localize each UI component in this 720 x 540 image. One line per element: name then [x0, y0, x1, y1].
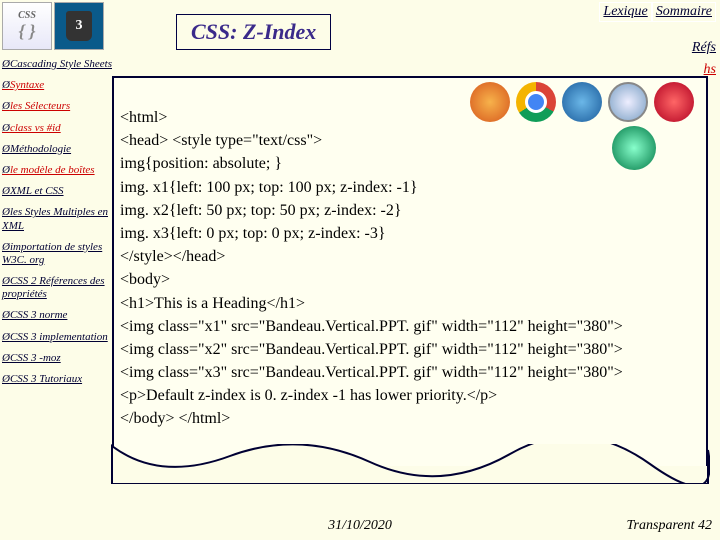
sidebar-item-label: le modèle de boîtes: [10, 164, 95, 176]
sidebar-item[interactable]: Øimportation de styles W3C. org: [2, 241, 114, 267]
arrow-icon: Ø: [2, 143, 10, 155]
sidebar-item-label: class vs #id: [10, 122, 61, 134]
arrow-icon: Ø: [2, 185, 10, 197]
arrow-icon: Ø: [2, 309, 10, 321]
arrow-icon: Ø: [2, 122, 10, 134]
sidebar-item[interactable]: Øles Sélecteurs: [2, 100, 114, 113]
sidebar-item[interactable]: ØCSS 3 -moz: [2, 352, 114, 365]
code-line: <img class="x1" src="Bandeau.Vertical.PP…: [120, 318, 623, 335]
sidebar-item-label: CSS 3 norme: [10, 309, 67, 321]
code-line: <body>: [120, 271, 170, 288]
sidebar-item[interactable]: Øles Styles Multiples en XML: [2, 206, 114, 232]
sidebar-item-label: Cascading Style Sheets: [10, 58, 112, 70]
top-links: Lexique Sommaire: [599, 2, 716, 22]
wave-border: [110, 444, 710, 484]
code-line: <html>: [120, 109, 167, 126]
sidebar-item[interactable]: ØCSS 3 norme: [2, 309, 114, 322]
code-line: img. x1{left: 100 px; top: 100 px; z-ind…: [120, 179, 418, 196]
arrow-icon: Ø: [2, 352, 10, 364]
sidebar-item[interactable]: ØCascading Style Sheets: [2, 58, 114, 71]
code-line: <p>Default z-index is 0. z-index -1 has …: [120, 387, 497, 404]
arrow-icon: Ø: [2, 331, 10, 343]
arrow-icon: Ø: [2, 100, 10, 112]
code-line: img. x2{left: 50 px; top: 50 px; z-index…: [120, 202, 402, 219]
code-line: <img class="x3" src="Bandeau.Vertical.PP…: [120, 364, 623, 381]
sidebar-item-label: les Sélecteurs: [10, 100, 70, 112]
code-block: <html> <head> <style type="text/css"> im…: [120, 106, 623, 431]
code-line: img{position: absolute; }: [120, 155, 282, 172]
arrow-icon: Ø: [2, 275, 10, 287]
arrow-icon: Ø: [2, 79, 10, 91]
css-logo-text: CSS: [18, 10, 36, 21]
code-line: </style></head>: [120, 248, 225, 265]
page-title: CSS: Z-Index: [191, 19, 316, 44]
code-line: </body> </html>: [120, 410, 230, 427]
arrow-icon: Ø: [2, 206, 10, 218]
code-line: <img class="x2" src="Bandeau.Vertical.PP…: [120, 341, 623, 358]
sidebar-item-label: CSS 3 implementation: [10, 331, 108, 343]
css3-shield: 3: [66, 11, 92, 41]
sidebar: ØCascading Style Sheets ØSyntaxe Øles Sé…: [2, 58, 114, 394]
link-refs[interactable]: Réfs: [692, 40, 716, 56]
sidebar-item[interactable]: ØCSS 3 implementation: [2, 331, 114, 344]
code-line: <head> <style type="text/css">: [120, 132, 322, 149]
arrow-icon: Ø: [2, 241, 10, 253]
arrow-icon: Ø: [2, 58, 10, 70]
footer-page: Transparent 42: [627, 518, 712, 534]
code-line: img. x3{left: 0 px; top: 0 px; z-index: …: [120, 225, 386, 242]
link-lexique[interactable]: Lexique: [599, 2, 651, 22]
sidebar-item-label: les Styles Multiples en XML: [2, 206, 108, 231]
sidebar-item[interactable]: Øclass vs #id: [2, 122, 114, 135]
css-logo: CSS { }: [2, 2, 52, 50]
sidebar-item-label: CSS 3 Tutoriaux: [10, 373, 82, 385]
content-panel: <html> <head> <style type="text/css"> im…: [112, 76, 708, 466]
sidebar-item-label: importation de styles W3C. org: [2, 241, 102, 266]
sidebar-item[interactable]: Øle modèle de boîtes: [2, 164, 114, 177]
sidebar-item-label: CSS 2 Références des propriétés: [2, 275, 105, 300]
arrow-icon: Ø: [2, 164, 10, 176]
sidebar-item[interactable]: ØCSS 3 Tutoriaux: [2, 373, 114, 386]
sidebar-item-label: Syntaxe: [10, 79, 44, 91]
sidebar-item[interactable]: ØCSS 2 Références des propriétés: [2, 275, 114, 301]
footer-date: 31/10/2020: [328, 518, 392, 534]
sidebar-item-label: XML et CSS: [10, 185, 64, 197]
link-sommaire[interactable]: Sommaire: [652, 2, 716, 22]
arrow-icon: Ø: [2, 373, 10, 385]
code-line: <h1>This is a Heading</h1>: [120, 295, 305, 312]
logo-block: CSS { } 3: [0, 0, 106, 52]
opera-icon: [654, 82, 694, 122]
sidebar-item[interactable]: ØXML et CSS: [2, 185, 114, 198]
sidebar-item[interactable]: ØMéthodologie: [2, 143, 114, 156]
sidebar-item[interactable]: ØSyntaxe: [2, 79, 114, 92]
sidebar-item-label: Méthodologie: [10, 143, 71, 155]
sidebar-item-label: CSS 3 -moz: [10, 352, 61, 364]
page-title-box: CSS: Z-Index: [176, 14, 331, 50]
css-braces: { }: [18, 21, 35, 42]
css3-logo: 3: [54, 2, 104, 50]
